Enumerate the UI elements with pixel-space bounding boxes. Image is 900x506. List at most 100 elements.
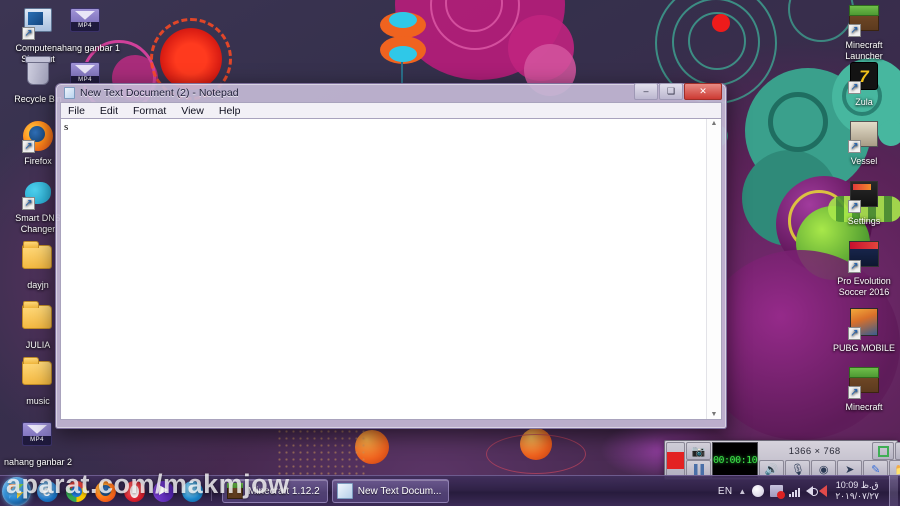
desktop-icon-label: PUBG MOBILE — [832, 343, 895, 353]
notepad-menu-bar[interactable]: File Edit Format View Help — [60, 102, 722, 118]
white-circle-tray-icon[interactable] — [752, 485, 765, 497]
shortcut-arrow-icon: ↗ — [22, 140, 35, 153]
start-button[interactable] — [2, 476, 31, 506]
shortcut-arrow-icon: ↗ — [848, 140, 861, 153]
security-alert-tray-icon[interactable] — [770, 485, 786, 499]
show-desktop-button[interactable] — [889, 476, 898, 506]
screenshot-camera-icon: 📷 — [691, 445, 706, 458]
desktop-icon-label: Zula — [855, 97, 873, 107]
speaker-icon: 🔊 — [764, 463, 779, 476]
shortcut-arrow-icon: ↗ — [22, 197, 35, 210]
maximize-button[interactable]: ❑ — [659, 83, 683, 100]
language-indicator[interactable]: EN — [718, 486, 733, 497]
taskbar-button-label: Minecraft 1.12.2 — [248, 485, 320, 497]
desktop-icon-label: Minecraft — [845, 402, 883, 412]
stop-recording-button[interactable] — [666, 442, 685, 478]
desktop-icon-pro-evolution-soccer-2016[interactable]: ↗ Pro Evolution Soccer 2016 — [826, 238, 900, 298]
menu-item-edit[interactable]: Edit — [97, 105, 121, 117]
capture-resolution-label: 1366 × 768 — [788, 445, 841, 457]
desktop-icon-pubg-mobile[interactable]: ↗ PUBG MOBILE — [826, 306, 900, 354]
quicklaunch-chrome[interactable] — [63, 478, 89, 504]
desktop-icon-label: nahang ganbar 2 — [3, 457, 73, 467]
notepad-title: New Text Document (2) - Notepad — [80, 87, 239, 99]
wallpaper-shape-mushroom-stem — [401, 62, 403, 84]
desktop-icon-minecraft[interactable]: ↗ Minecraft — [826, 364, 900, 413]
screenshot-camera-button[interactable]: 📷 — [686, 442, 711, 460]
recorder-minimize-button[interactable] — [895, 442, 900, 460]
recorder-right-panel: 1366 × 768 ✕ 🔊 🎙 ◉ — [759, 442, 900, 478]
taskbar-button-notepad[interactable]: New Text Docum... — [331, 479, 450, 503]
close-button[interactable]: ✕ — [684, 83, 722, 100]
quicklaunch-edge[interactable] — [179, 478, 205, 504]
window-controls[interactable]: – ❑ ✕ — [634, 83, 722, 100]
recording-timer-display: 00:00:10 — [712, 442, 759, 478]
desktop-icon-minecraft-launcher[interactable]: ↗ Minecraft Launcher — [826, 2, 900, 62]
notepad-title-bar[interactable]: New Text Document (2) - Notepad – ❑ ✕ — [60, 83, 722, 102]
quicklaunch-opera[interactable] — [121, 478, 147, 504]
menu-item-file[interactable]: File — [65, 105, 88, 117]
shortcut-arrow-icon: ↗ — [848, 24, 861, 37]
show-hidden-icons-button[interactable]: ▲ — [738, 487, 746, 496]
media-player-icon — [152, 480, 174, 502]
menu-item-view[interactable]: View — [178, 105, 207, 117]
shortcut-arrow-icon: ↗ — [848, 327, 861, 340]
scroll-up-arrow-icon[interactable]: ▲ — [711, 120, 718, 127]
desktop-icon-label: Settings — [847, 216, 881, 226]
wallpaper-shape-orange-orbit — [486, 434, 586, 474]
stop-square-icon — [667, 451, 684, 469]
quicklaunch-internet-explorer[interactable] — [34, 478, 60, 504]
folder-icon — [22, 357, 54, 393]
menu-item-format[interactable]: Format — [130, 105, 169, 117]
edge-icon — [181, 480, 203, 502]
shortcut-arrow-icon: ↗ — [848, 386, 861, 399]
wallpaper-shape-mushroom-cyan-bottom — [389, 46, 417, 62]
menu-item-help[interactable]: Help — [216, 105, 244, 117]
desktop-icon-label: Minecraft Launcher — [845, 40, 883, 61]
volume-tray-icon[interactable] — [806, 486, 819, 496]
desktop-icon-nahang-ganbar-1[interactable]: MP4 nahang ganbar 1 — [48, 4, 124, 54]
wallpaper-shape-mushroom-cyan-top — [389, 12, 417, 28]
zula-icon: 7 ↗ — [848, 62, 880, 94]
quicklaunch-media-player[interactable] — [150, 478, 176, 504]
notepad-body[interactable]: s ▲ ▼ — [60, 118, 722, 420]
folder-icon — [22, 301, 54, 337]
taskbar-button-label: New Text Docum... — [357, 485, 442, 497]
desktop-icon-zula[interactable]: 7 ↗ Zula — [826, 60, 900, 108]
minimize-button[interactable]: – — [634, 83, 658, 100]
system-tray[interactable]: EN ▲ ق.ظ 10:09 ۲۰۱۹/۰۷/۲۷ — [718, 476, 900, 506]
webcam-icon: ◉ — [818, 463, 829, 476]
firefox-icon — [94, 480, 116, 502]
pen-icon: ✎ — [871, 463, 881, 476]
mp4-video-icon: MP4 — [70, 8, 102, 40]
settings-icon: ↗ — [848, 181, 880, 213]
notepad-text-area[interactable]: s — [61, 119, 706, 419]
wallpaper-shape-red-dot — [712, 14, 730, 32]
desktop-icon-label: Pro Evolution Soccer 2016 — [837, 276, 891, 297]
desktop-icon-settings[interactable]: ↗ Settings — [826, 178, 900, 227]
taskbar-separator — [211, 481, 212, 501]
capture-region-icon — [877, 445, 889, 457]
recorder-capture-column: 📷 — [686, 442, 711, 478]
shortcut-arrow-icon: ↗ — [848, 260, 861, 273]
notepad-vertical-scrollbar[interactable]: ▲ ▼ — [706, 119, 721, 419]
audio-device-tray-icon[interactable] — [819, 485, 828, 497]
recording-timer-value: 00:00:10 — [713, 454, 758, 466]
firefox-icon: ↗ — [22, 121, 54, 153]
scroll-down-arrow-icon[interactable]: ▼ — [711, 411, 718, 418]
screen-recorder-toolbar[interactable]: 📷 00:00:10 1366 × 768 ✕ — [664, 440, 900, 480]
recorder-window-controls[interactable]: ✕ — [872, 442, 900, 460]
quicklaunch-firefox[interactable] — [92, 478, 118, 504]
clock[interactable]: ق.ظ 10:09 ۲۰۱۹/۰۷/۲۷ — [833, 480, 879, 502]
taskbar[interactable]: Minecraft 1.12.2 New Text Docum... EN ▲ … — [0, 475, 900, 506]
opera-icon — [123, 480, 145, 502]
minecraft-launcher-icon: ↗ — [848, 5, 880, 37]
internet-explorer-icon — [36, 480, 58, 502]
desktop-icon-label: Vessel — [850, 156, 878, 166]
taskbar-button-minecraft[interactable]: Minecraft 1.12.2 — [222, 479, 328, 503]
capture-region-button[interactable] — [872, 442, 895, 460]
notepad-document-icon — [64, 87, 75, 99]
notepad-window[interactable]: New Text Document (2) - Notepad – ❑ ✕ Fi… — [55, 83, 727, 429]
desktop-icon-vessel[interactable]: ↗ Vessel — [826, 118, 900, 167]
network-signal-tray-icon[interactable] — [789, 486, 801, 497]
mp4-badge: MP4 — [23, 436, 51, 445]
